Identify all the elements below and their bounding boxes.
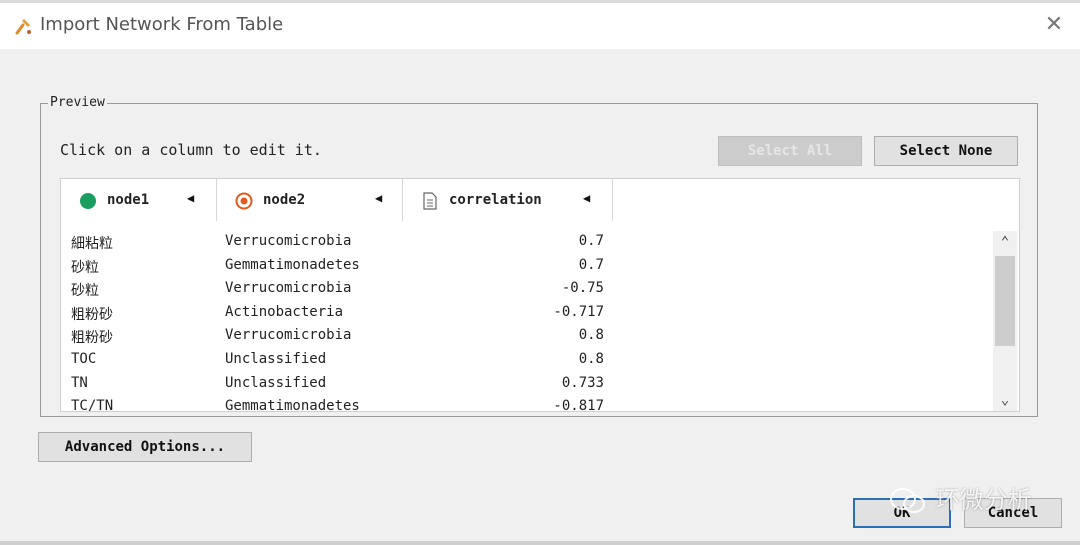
scroll-down-icon[interactable]: ⌄ <box>993 389 1017 411</box>
window-title: Import Network From Table <box>40 14 284 35</box>
cell-correlation: 0.7 <box>578 233 604 249</box>
cell-node2: Actinobacteria <box>225 303 344 320</box>
cell-node2: Verrucomicrobia <box>225 327 352 344</box>
cell-node1: 粗粉砂 <box>71 306 113 323</box>
select-none-button[interactable]: Select None <box>874 136 1018 166</box>
cell-node1: 砂粒 <box>71 259 99 276</box>
cell-correlation: -0.817 <box>553 398 604 412</box>
title-bar: Import Network From Table ✕ <box>0 3 1080 49</box>
bottom-strip <box>0 541 1080 545</box>
column-header-node1[interactable]: node1 ◀ <box>61 179 217 221</box>
column-header-correlation[interactable]: correlation ◀ <box>403 179 613 221</box>
table-row[interactable]: 砂粒 Verrucomicrobia -0.75 <box>61 278 991 302</box>
app-icon <box>15 19 31 35</box>
sort-arrow-icon[interactable]: ◀ <box>375 191 382 205</box>
cell-correlation: -0.75 <box>561 280 604 297</box>
preview-table: node1 ◀ node2 ◀ correlation ◀ 細粘粒 Verruco… <box>60 178 1020 412</box>
cell-correlation: 0.8 <box>578 351 604 367</box>
cell-node2: Verrucomicrobia <box>225 280 352 297</box>
cell-node2: Gemmatimonadetes <box>225 398 360 412</box>
advanced-options-button[interactable]: Advanced Options... <box>38 432 252 462</box>
sort-arrow-icon[interactable]: ◀ <box>583 191 590 205</box>
cell-node1: 砂粒 <box>71 283 99 300</box>
edge-attribute-document-icon <box>423 192 437 210</box>
table-row[interactable]: 砂粒 Gemmatimonadetes 0.7 <box>61 255 991 279</box>
select-all-button[interactable]: Select All <box>718 136 862 166</box>
column-label: node1 <box>107 192 150 208</box>
cell-node2: Verrucomicrobia <box>225 233 352 249</box>
target-node-icon <box>235 192 253 210</box>
table-row[interactable]: TN Unclassified 0.733 <box>61 373 991 397</box>
preview-legend: Preview <box>48 95 107 110</box>
cell-node1: 細粘粒 <box>71 236 113 252</box>
table-row[interactable]: TOC Unclassified 0.8 <box>61 349 991 373</box>
watermark-text: 环微分析 <box>935 486 1032 514</box>
cell-node2: Unclassified <box>225 374 327 391</box>
source-node-icon <box>80 193 96 209</box>
table-row[interactable]: 細粘粒 Verrucomicrobia 0.7 <box>61 231 991 255</box>
cell-node2: Unclassified <box>225 351 327 367</box>
scroll-thumb[interactable] <box>995 256 1015 346</box>
scroll-up-icon[interactable]: ⌃ <box>993 231 1017 253</box>
cell-node1: TN <box>71 374 88 391</box>
column-label: correlation <box>449 192 542 208</box>
cell-correlation: -0.717 <box>553 303 604 320</box>
column-label: node2 <box>263 192 306 208</box>
cell-correlation: 0.7 <box>578 256 604 273</box>
cell-node1: TOC <box>71 351 97 367</box>
column-header-node2[interactable]: node2 ◀ <box>217 179 403 221</box>
sort-arrow-icon[interactable]: ◀ <box>187 191 194 205</box>
watermark: 环微分析 <box>888 480 1032 516</box>
instruction-text: Click on a column to edit it. <box>60 141 322 159</box>
cell-node2: Gemmatimonadetes <box>225 256 360 273</box>
table-row[interactable]: 粗粉砂 Actinobacteria -0.717 <box>61 302 991 326</box>
wechat-icon <box>890 488 925 513</box>
close-icon[interactable]: ✕ <box>1042 13 1066 37</box>
vertical-scrollbar[interactable]: ⌃ ⌄ <box>993 231 1017 411</box>
cell-node1: TC/TN <box>71 398 114 412</box>
cell-correlation: 0.733 <box>561 374 604 391</box>
cell-correlation: 0.8 <box>578 327 604 344</box>
table-row[interactable]: TC/TN Gemmatimonadetes -0.817 <box>61 396 991 412</box>
cell-node1: 粗粉砂 <box>71 330 113 347</box>
table-row[interactable]: 粗粉砂 Verrucomicrobia 0.8 <box>61 325 991 349</box>
